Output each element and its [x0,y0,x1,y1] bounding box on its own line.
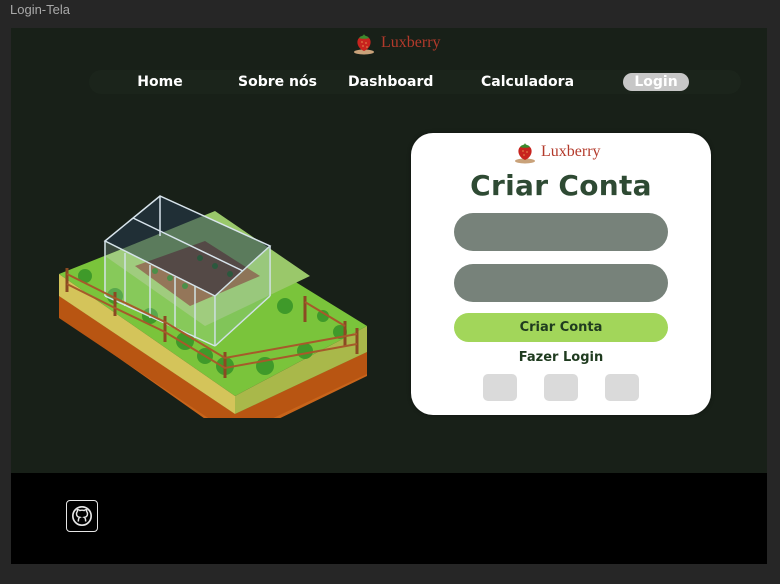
nav-item-login[interactable]: Login [623,73,689,91]
main-nav: Home Sobre nós Dashboard Calculadora Log… [89,70,741,94]
strawberry-icon [515,143,535,164]
brand-name: Luxberry [381,34,441,51]
github-button[interactable] [66,500,98,532]
nav-item-calculadora[interactable]: Calculadora [481,70,574,94]
nav-item-dashboard[interactable]: Dashboard [348,70,433,94]
signup-field-1[interactable] [454,213,668,251]
login-page: Luxberry Home Sobre nós Dashboard Calcul… [11,28,767,564]
card-logo: Luxberry [514,139,601,165]
header-logo[interactable]: Luxberry [353,30,441,56]
social-login-button-3[interactable] [605,374,639,401]
nav-item-sobre-nos[interactable]: Sobre nós [238,70,317,94]
create-account-button[interactable]: Criar Conta [454,313,668,342]
card-title: Criar Conta [470,169,652,202]
nav-item-home[interactable]: Home [135,70,185,94]
strawberry-icon [354,34,374,55]
social-login-button-2[interactable] [544,374,578,401]
social-login-button-1[interactable] [483,374,517,401]
frame-label: Login-Tela [10,2,70,17]
signup-card: Luxberry Criar Conta Criar Conta Fazer L… [411,133,711,415]
card-brand-name: Luxberry [541,143,601,160]
signup-field-2[interactable] [454,264,668,302]
footer [11,473,767,564]
greenhouse-illustration [59,195,367,418]
github-icon [72,506,92,526]
login-link[interactable]: Fazer Login [411,350,711,365]
